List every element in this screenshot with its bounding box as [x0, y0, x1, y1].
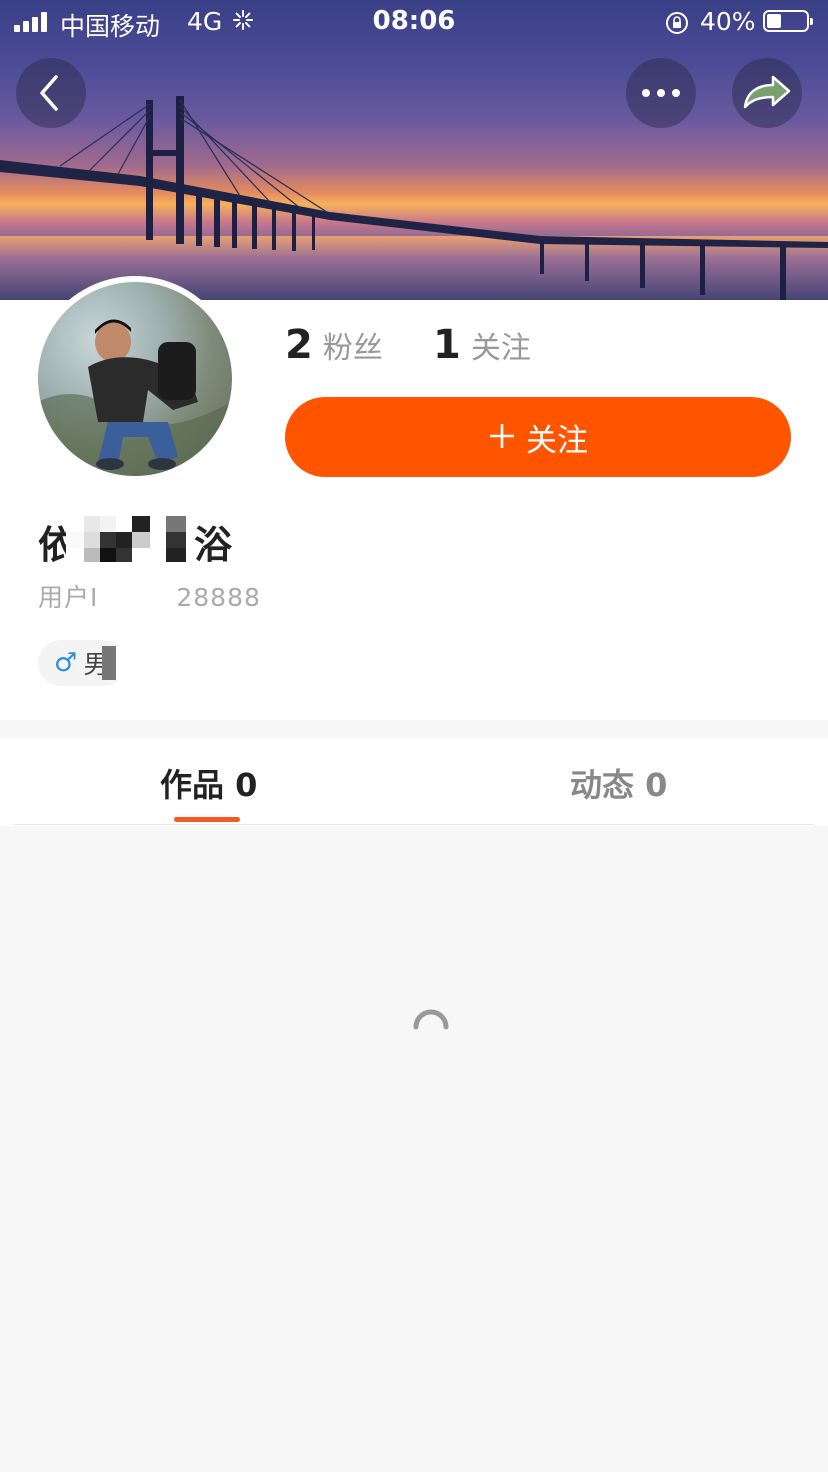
gender-redaction	[102, 646, 132, 684]
section-gap	[0, 720, 828, 738]
user-id: 用户I 28888	[38, 578, 261, 614]
share-button[interactable]	[732, 58, 802, 128]
avatar[interactable]	[38, 282, 232, 476]
follow-button[interactable]: 关注	[285, 397, 791, 477]
more-dots-icon	[642, 89, 680, 97]
status-bar: 中国移动 4G 08:06 40%	[0, 0, 828, 46]
tabs-divider	[14, 824, 814, 825]
user-id-end: 28888	[176, 583, 261, 612]
follow-button-label: 关注	[526, 422, 588, 459]
battery-percent: 40%	[700, 7, 756, 36]
content-tabs: 作品 0 动态 0	[0, 738, 828, 826]
battery-icon	[763, 10, 813, 32]
tab-works[interactable]: 作品 0	[160, 760, 257, 806]
tab-dynamics[interactable]: 动态 0	[570, 760, 667, 806]
chevron-left-icon	[40, 75, 58, 111]
works-content-area	[0, 826, 828, 1472]
following-count: 1	[433, 322, 461, 368]
share-arrow-icon	[743, 75, 791, 109]
following-label: 关注	[470, 331, 531, 366]
fans-count: 2	[285, 322, 313, 368]
back-button[interactable]	[16, 58, 86, 128]
fans-stat[interactable]: 2 粉丝	[285, 322, 383, 368]
username-end: 浴	[194, 523, 233, 567]
user-id-start: 用户I	[38, 583, 99, 612]
more-button[interactable]	[626, 58, 696, 128]
loading-spinner-icon	[410, 1005, 452, 1045]
fans-label: 粉丝	[322, 331, 383, 366]
avatar-photo	[38, 319, 232, 476]
male-icon: ♂	[54, 648, 78, 678]
following-stat[interactable]: 1 关注	[433, 322, 531, 368]
active-tab-indicator	[174, 817, 240, 822]
rotation-lock-icon	[664, 10, 690, 42]
plus-icon	[488, 418, 516, 456]
username-redaction	[66, 514, 191, 568]
